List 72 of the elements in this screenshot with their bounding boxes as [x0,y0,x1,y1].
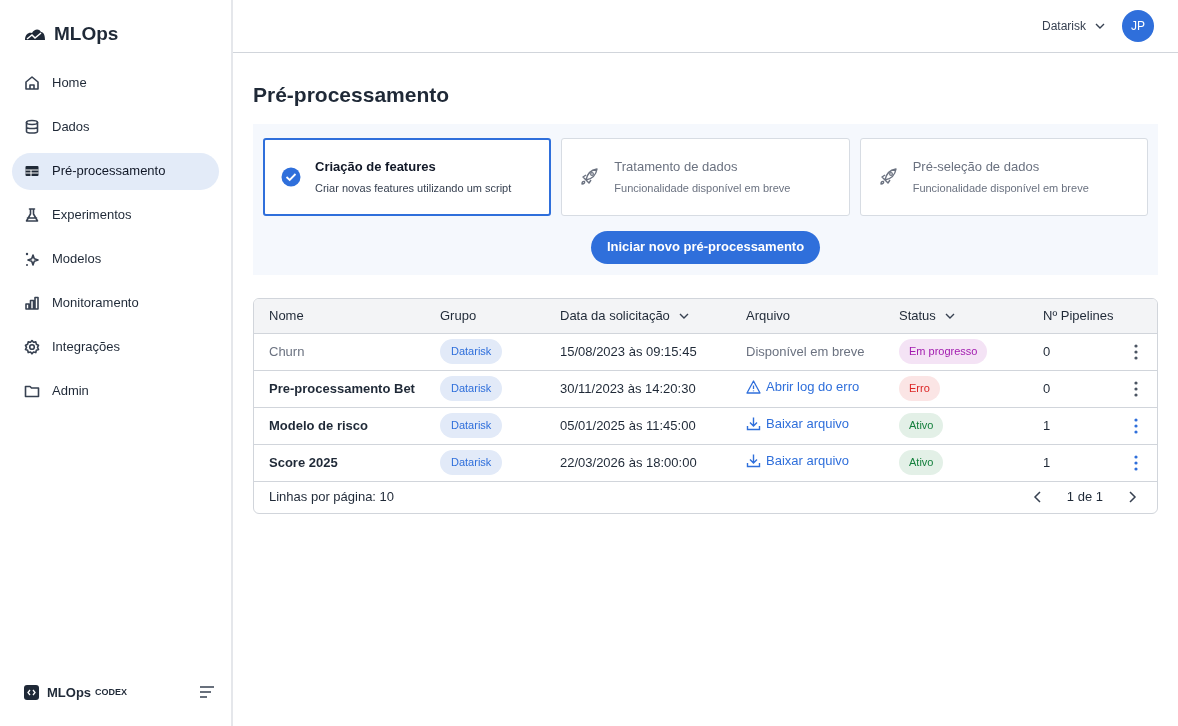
column-header: Nome [269,306,304,325]
option-subtitle: Funcionalidade disponível em breve [912,180,1089,196]
row-name: Score 2025 [269,454,338,470]
organization-dropdown[interactable]: Datarisk [1042,17,1106,35]
download-icon [746,416,761,432]
group-tag: Datarisk [440,339,503,364]
rows-per-page: Linhas por página: 10 [269,488,395,507]
page-title: Pré-processamento [253,82,451,108]
column-header: Nº Pipelines [1043,306,1114,325]
footer-brand: MLOps [47,683,92,702]
previous-page-icon[interactable] [1032,491,1043,503]
sidebar-item[interactable]: Experimentos [12,196,219,234]
warning-icon [746,380,761,395]
option-card[interactable]: Criação de features Criar novas features utilizando um script [263,137,552,216]
sidebar-item[interactable]: Monitoramento [12,284,219,322]
group-tag: Datarisk [440,376,503,401]
group-tag: Datarisk [440,413,503,438]
column-header: Arquivo [746,306,791,325]
more-options-icon[interactable] [1134,417,1138,434]
error-log-link[interactable]: Abrir log do erro [746,377,860,397]
home-icon [23,74,41,92]
download-icon [746,453,761,469]
menu-icon[interactable] [199,686,215,699]
pipeline-count: 0 [1043,342,1051,361]
next-page-icon[interactable] [1127,491,1137,503]
pipeline-count: 0 [1043,379,1051,398]
sort-column-header[interactable]: Status [899,305,956,326]
brand-name: MLOps [54,22,119,46]
request-date: 15/08/2023 às 09:15:45 [560,343,697,359]
more-options-icon[interactable] [1134,380,1138,397]
sidebar-item[interactable]: Modelos [12,240,219,278]
sidebar-item[interactable]: Dados [12,108,219,146]
more-options-icon[interactable] [1134,454,1138,471]
option-subtitle: Criar novas features utilizando um script [315,180,512,196]
database-icon [23,118,41,136]
option-title: Criação de features [315,158,437,176]
row-name: Modelo de risco [269,417,368,433]
option-title: Tratamento de dados [614,158,739,176]
request-date: 30/11/2023 às 14:20:30 [560,380,696,396]
column-header: Grupo [440,306,477,325]
check-circle-icon [281,166,301,187]
sort-column-header[interactable]: Data da solicitação [560,305,690,326]
row-name: Pre-processamento Bet [269,380,415,396]
footer-brand-suffix: CODEX [95,685,128,699]
request-date: 05/01/2025 às 11:45:00 [560,417,696,433]
user-avatar[interactable]: JP [1122,10,1154,42]
status-tag: Ativo [899,413,944,438]
status-tag: Em progresso [899,339,988,364]
download-link[interactable]: Baixar arquivo [746,414,850,434]
sidebar-item[interactable]: Home [12,64,219,102]
option-subtitle: Funcionalidade disponível em breve [614,180,791,196]
rocket-icon [578,165,601,188]
pagination-label: 1 de 1 [1066,488,1103,507]
sidebar-item[interactable]: Integrações [12,328,219,366]
status-tag: Ativo [899,450,944,475]
request-date: 22/03/2026 às 18:00:00 [560,454,697,470]
pipeline-count: 1 [1043,453,1051,472]
settings-icon [23,338,41,356]
sidebar-item[interactable]: Admin [12,372,219,410]
option-title: Pré-seleção de dados [912,158,1041,176]
row-name: Churn [269,343,305,359]
sidebar-item[interactable]: Pré-processamento [12,152,219,190]
group-tag: Datarisk [440,450,503,475]
bar-chart-icon [23,294,41,312]
file-status: Disponível em breve [746,343,865,359]
sparkles-icon [23,250,41,268]
new-preprocessing-button[interactable]: Iniciar novo pré-processamento [590,230,821,264]
download-link[interactable]: Baixar arquivo [746,451,850,471]
code-icon [24,684,39,700]
pipeline-count: 1 [1043,416,1051,435]
status-tag: Erro [899,376,940,401]
flask-icon [23,206,41,224]
